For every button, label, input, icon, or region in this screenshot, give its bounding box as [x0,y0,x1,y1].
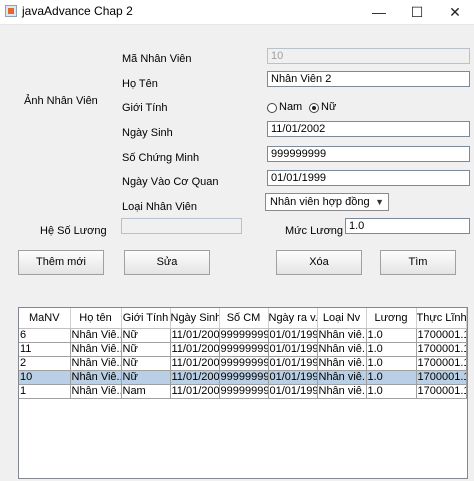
gender-male-radio[interactable] [267,103,277,113]
table-cell: 1.0 [366,328,417,343]
chevron-down-icon: ▼ [375,197,384,207]
table-cell: Nữ [121,356,171,371]
gender-female-radio[interactable] [309,103,319,113]
java-app-icon [5,5,17,17]
table-cell: Nhân Viê... [70,384,122,399]
table-cell: 1.0 [366,370,417,385]
edit-button[interactable]: Sửa [124,250,210,275]
table-row-selected[interactable]: 10 Nhân Viê... Nữ 11/01/2002 999999999 0… [19,370,467,385]
delete-button[interactable]: Xóa [276,250,362,275]
column-header[interactable]: Họ tên [70,308,122,329]
salary-coef-field [121,218,242,234]
gender-female-label: Nữ [321,101,337,113]
table-cell: 1700001.1 [416,384,467,399]
employee-id-label: Mã Nhân Viên [122,53,192,65]
close-button[interactable]: ✕ [436,0,474,24]
title-bar: javaAdvance Chap 2 — ☐ ✕ [0,0,474,25]
column-header[interactable]: Ngày ra v... [268,308,318,329]
table-cell: 999999999 [219,384,269,399]
table-cell: 01/01/1999 [268,356,318,371]
column-header[interactable]: Số CM [219,308,269,329]
table-cell: Nhân Viê... [70,356,122,371]
gender-male-label: Nam [279,101,303,113]
photo-label: Ảnh Nhân Viên [24,95,98,107]
minimize-button[interactable]: — [360,0,398,24]
table-cell: 01/01/1999 [268,370,318,385]
birth-date-field[interactable]: 11/01/2002 [267,121,470,137]
table-cell: Nhân viê... [317,328,367,343]
table-cell: 11/01/2002 [170,370,220,385]
table-cell: 01/01/1999 [268,384,318,399]
table-cell: Nhân viê... [317,342,367,357]
table-cell: Nhân viê... [317,370,367,385]
table-cell: 6 [19,328,71,343]
employee-type-label: Loại Nhân Viên [122,201,198,213]
table-cell: 1.0 [366,356,417,371]
column-header[interactable]: Giới Tính [121,308,171,329]
table-cell: 999999999 [219,342,269,357]
maximize-button[interactable]: ☐ [398,0,436,24]
table-cell: Nữ [121,328,171,343]
table-cell: 11/01/2002 [170,342,220,357]
table-cell: Nữ [121,342,171,357]
column-header[interactable]: MaNV [19,308,71,329]
table-cell: Nữ [121,370,171,385]
table-cell: Nhân viê... [317,384,367,399]
gender-label: Giới Tính [122,102,168,114]
table-cell: 1.0 [366,342,417,357]
window-title: javaAdvance Chap 2 [22,4,133,18]
table-cell: 1.0 [366,384,417,399]
table-cell: Nhân Viê... [70,328,122,343]
table-cell: 2 [19,356,71,371]
table-cell: 11 [19,342,71,357]
table-cell: 999999999 [219,328,269,343]
table-cell: 1700001.1 [416,356,467,371]
birth-date-label: Ngày Sinh [122,127,173,139]
full-name-label: Họ Tên [122,78,158,90]
column-header[interactable]: Thực Lĩnh [416,308,467,329]
join-date-field[interactable]: 01/01/1999 [267,170,470,186]
column-header[interactable]: Loại Nv [317,308,367,329]
table-cell: Nhân Viê... [70,370,122,385]
table-cell: Nhân Viê... [70,342,122,357]
id-card-label: Số Chứng Minh [122,152,200,164]
id-card-field[interactable]: 999999999 [267,146,470,162]
table-cell: 01/01/1999 [268,342,318,357]
table-cell: 01/01/1999 [268,328,318,343]
salary-coef-label: Hệ Số Lương [40,225,107,237]
table-row[interactable]: 6 Nhân Viê... Nữ 11/01/2002 999999999 01… [19,328,467,343]
table-cell: 10 [19,370,71,385]
table-cell: 11/01/2002 [170,328,220,343]
join-date-label: Ngày Vào Cơ Quan [122,176,219,188]
base-salary-label: Mức Lương [285,225,344,237]
employee-table[interactable]: MaNV Họ tên Giới Tính Ngày Sinh Số CM Ng… [18,307,468,479]
table-cell: 1700001.1 [416,370,467,385]
search-button[interactable]: Tìm [380,250,456,275]
table-row[interactable]: 1 Nhân Viê... Nam 11/01/2002 999999999 0… [19,384,467,399]
table-cell: Nhân viê... [317,356,367,371]
employee-id-field: 10 [267,48,470,64]
table-cell: Nam [121,384,171,399]
column-header[interactable]: Ngày Sinh [170,308,220,329]
table-cell: 11/01/2002 [170,384,220,399]
full-name-field[interactable]: Nhân Viên 2 [267,71,470,87]
employee-type-combo[interactable]: Nhân viên hợp đồng ▼ [265,193,389,211]
table-header-row: MaNV Họ tên Giới Tính Ngày Sinh Số CM Ng… [19,308,467,329]
table-cell: 999999999 [219,370,269,385]
column-header[interactable]: Lương [366,308,417,329]
base-salary-field[interactable]: 1.0 [345,218,470,234]
table-cell: 1700001.1 [416,328,467,343]
table-cell: 11/01/2002 [170,356,220,371]
table-cell: 999999999 [219,356,269,371]
table-cell: 1700001.1 [416,342,467,357]
employee-type-value: Nhân viên hợp đồng [270,196,370,208]
table-cell: 1 [19,384,71,399]
table-row[interactable]: 2 Nhân Viê... Nữ 11/01/2002 999999999 01… [19,356,467,371]
add-button[interactable]: Thêm mới [18,250,104,275]
table-row[interactable]: 11 Nhân Viê... Nữ 11/01/2002 999999999 0… [19,342,467,357]
